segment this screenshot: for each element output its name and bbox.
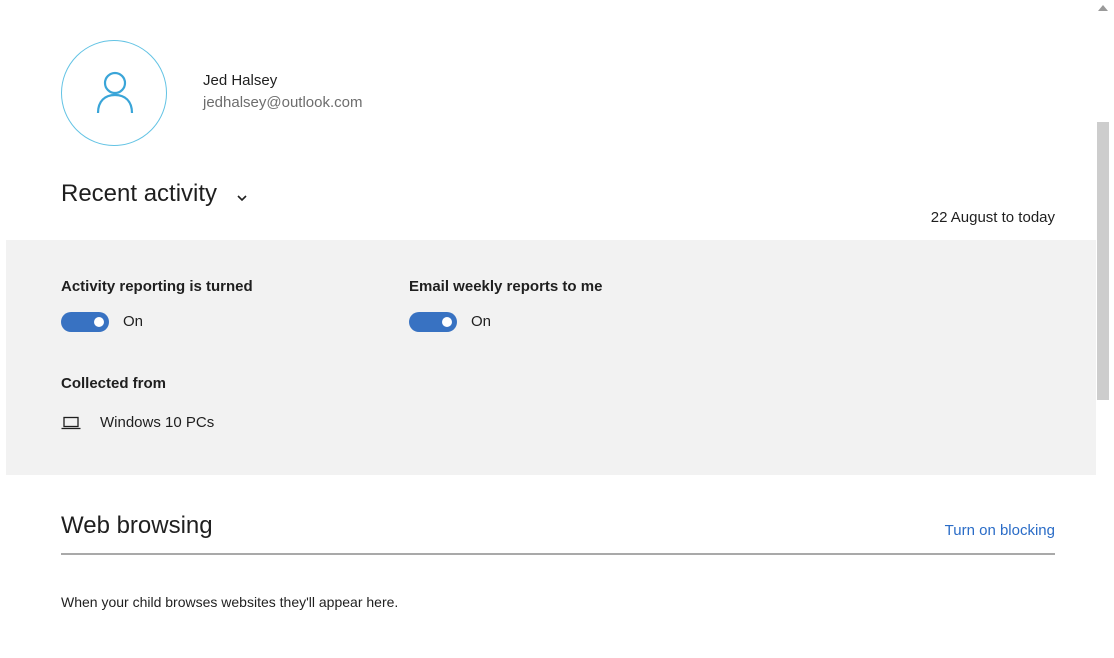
profile-email: jedhalsey@outlook.com — [203, 94, 363, 111]
activity-reporting-state: On — [123, 313, 144, 330]
laptop-icon — [61, 416, 81, 430]
device-windows-pcs: Windows 10 PCs — [100, 414, 215, 431]
web-browsing-empty-message: When your child browses websites they'll… — [61, 594, 399, 610]
collected-from-label: Collected from — [61, 375, 167, 392]
avatar — [61, 40, 167, 146]
toggle-knob — [442, 317, 452, 327]
web-browsing-title: Web browsing — [61, 512, 213, 539]
email-reports-toggle[interactable] — [409, 312, 457, 332]
section-divider — [61, 553, 1055, 555]
recent-activity-title[interactable]: Recent activity — [61, 180, 217, 208]
turn-on-blocking-link[interactable]: Turn on blocking — [945, 522, 1055, 539]
activity-reporting-label: Activity reporting is turned — [61, 278, 253, 295]
email-reports-state: On — [471, 313, 492, 330]
scroll-up-arrow-icon[interactable] — [1098, 5, 1108, 11]
activity-reporting-toggle[interactable] — [61, 312, 109, 332]
person-icon — [96, 71, 134, 114]
scrollbar-thumb[interactable] — [1097, 122, 1109, 400]
vertical-scrollbar[interactable] — [1096, 0, 1110, 658]
email-reports-label: Email weekly reports to me — [409, 278, 603, 295]
chevron-down-icon[interactable] — [236, 194, 248, 202]
family-activity-page: Jed Halsey jedhalsey@outlook.com Recent … — [0, 0, 1114, 658]
date-range: 22 August to today — [930, 209, 1055, 226]
activity-settings-panel — [6, 240, 1096, 475]
toggle-knob — [94, 317, 104, 327]
profile-name: Jed Halsey — [203, 72, 278, 89]
